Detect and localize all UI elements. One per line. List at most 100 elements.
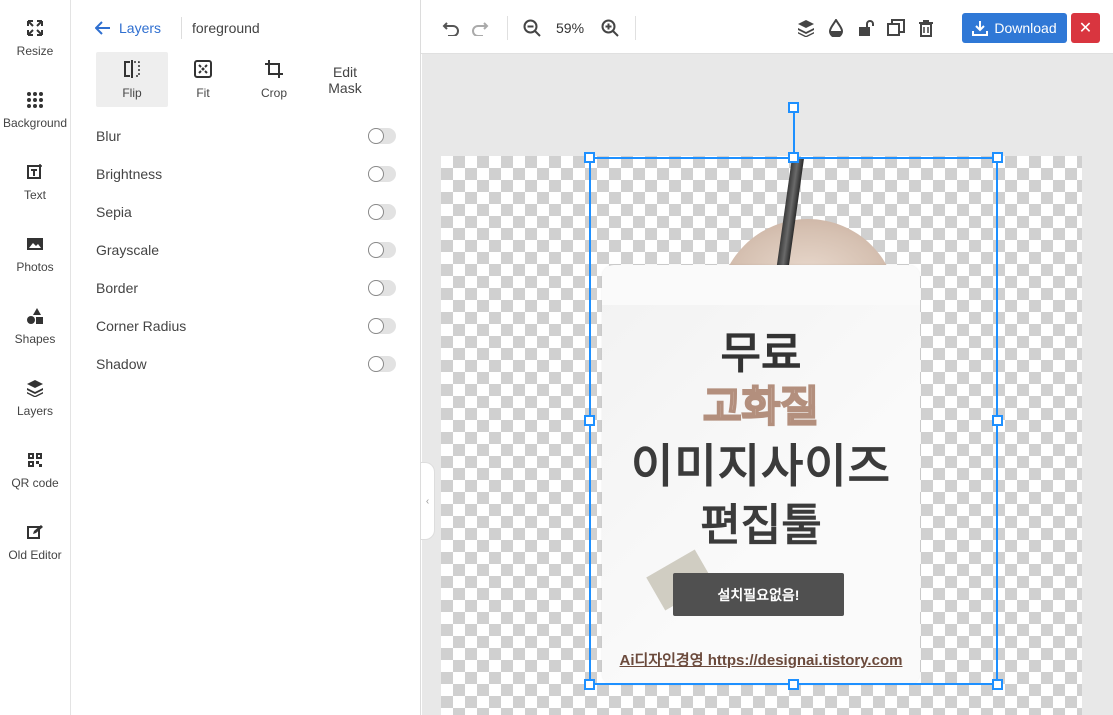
resize-handle-top[interactable]	[788, 152, 799, 163]
rail-item-label: Layers	[16, 404, 54, 418]
delete-button[interactable]	[915, 17, 937, 39]
lock-button[interactable]	[855, 17, 877, 39]
resize-handle-top-left[interactable]	[584, 152, 595, 163]
resize-handle-bottom-left[interactable]	[584, 679, 595, 690]
layer-name: foreground	[192, 20, 260, 36]
blur-toggle[interactable]	[368, 128, 396, 144]
toggle-knob	[368, 204, 384, 220]
image-icon	[25, 234, 45, 254]
download-button[interactable]: Download	[962, 13, 1067, 43]
duplicate-button[interactable]	[885, 17, 907, 39]
resize-handle-bottom[interactable]	[788, 679, 799, 690]
layer-order-button[interactable]	[795, 17, 817, 39]
rotation-line	[793, 111, 795, 157]
option-row-sepia: Sepia	[96, 202, 396, 222]
rail-item-resize[interactable]: Resize	[0, 18, 70, 78]
close-button[interactable]: ✕	[1071, 13, 1100, 43]
tool-label: Fit	[196, 86, 210, 100]
shadow-toggle[interactable]	[368, 356, 396, 372]
option-row-corner-radius: Corner Radius	[96, 316, 396, 336]
rail-item-text[interactable]: Text	[0, 162, 70, 222]
sepia-toggle[interactable]	[368, 204, 396, 220]
option-row-blur: Blur	[96, 126, 396, 146]
option-label: Sepia	[96, 204, 132, 220]
edit-mask-button[interactable]: Edit Mask	[309, 52, 381, 107]
rotate-handle[interactable]	[788, 102, 799, 113]
qr-code-icon	[25, 450, 45, 470]
opacity-button[interactable]	[825, 17, 847, 39]
text-icon	[25, 162, 45, 182]
close-icon: ✕	[1078, 20, 1093, 37]
option-label: Shadow	[96, 356, 147, 372]
tool-label: Crop	[260, 86, 287, 100]
rail-item-label: Background	[2, 116, 68, 130]
zoom-out-button[interactable]	[521, 17, 543, 39]
back-label: Layers	[119, 20, 162, 36]
droplet-icon	[829, 19, 843, 37]
rail-item-background[interactable]: Background	[0, 90, 70, 150]
option-row-border: Border	[96, 278, 396, 298]
download-icon	[972, 21, 989, 36]
resize-handle-bottom-right[interactable]	[992, 679, 1003, 690]
fit-button[interactable]: Fit	[167, 52, 239, 107]
rail-item-label: Text	[23, 188, 46, 202]
rail-item-label: QR code	[11, 476, 59, 490]
rail-item-label: Old Editor	[8, 548, 62, 562]
divider	[507, 16, 508, 40]
edit-icon	[25, 522, 45, 542]
grid-dots-icon	[25, 90, 45, 110]
divider	[181, 17, 182, 39]
toggle-knob	[368, 356, 384, 372]
rail-item-layers[interactable]: Layers	[0, 378, 70, 438]
grayscale-toggle[interactable]	[368, 242, 396, 258]
undo-icon	[442, 22, 459, 36]
selection-box	[589, 157, 998, 685]
flip-button[interactable]: Flip	[96, 52, 168, 107]
option-row-shadow: Shadow	[96, 354, 396, 374]
editor-app: Resize Background Text Photos Shapes Lay…	[0, 0, 1113, 715]
crop-button[interactable]: Crop	[238, 52, 310, 107]
rail-item-photos[interactable]: Photos	[0, 234, 70, 294]
rail-item-label: Shapes	[14, 332, 56, 346]
collapse-panel-tab[interactable]: ‹	[421, 462, 435, 540]
option-label: Blur	[96, 128, 121, 144]
trash-icon	[919, 20, 933, 37]
zoom-in-button[interactable]	[599, 17, 621, 39]
divider	[635, 16, 636, 40]
unlock-icon	[859, 20, 874, 36]
toggle-knob	[368, 242, 384, 258]
zoom-level: 59%	[556, 20, 585, 36]
toggle-knob	[368, 280, 384, 296]
rail-item-qr-code[interactable]: QR code	[0, 450, 70, 510]
shapes-icon	[25, 306, 45, 326]
rail-item-label: Photos	[16, 260, 54, 274]
rail-item-old-editor[interactable]: Old Editor	[0, 522, 70, 582]
crop-icon	[265, 59, 283, 79]
layer-settings-panel: Layers foreground Flip Fit Crop Edit Mas…	[71, 0, 421, 715]
option-label: Border	[96, 280, 139, 296]
brightness-toggle[interactable]	[368, 166, 396, 182]
redo-button[interactable]	[469, 17, 491, 39]
zoom-out-icon	[523, 19, 541, 37]
layers-icon	[25, 378, 45, 398]
back-to-layers-link[interactable]: Layers	[95, 18, 161, 38]
redo-icon	[472, 22, 489, 36]
resize-handle-left[interactable]	[584, 415, 595, 426]
canvas-workspace[interactable]: 무료 고화질 이미지사이즈 편집툴 설치필요없음! Ai디자인경영 https:…	[422, 54, 1113, 715]
left-rail: Resize Background Text Photos Shapes Lay…	[0, 0, 71, 715]
border-toggle[interactable]	[368, 280, 396, 296]
option-label: Grayscale	[96, 242, 160, 258]
corner-radius-toggle[interactable]	[368, 318, 396, 334]
undo-button[interactable]	[440, 17, 462, 39]
rail-item-shapes[interactable]: Shapes	[0, 306, 70, 366]
resize-handle-top-right[interactable]	[992, 152, 1003, 163]
zoom-in-icon	[601, 19, 619, 37]
layers-icon	[798, 20, 814, 37]
option-row-grayscale: Grayscale	[96, 240, 396, 260]
flip-icon	[123, 59, 141, 79]
option-label: Brightness	[96, 166, 163, 182]
resize-handle-right[interactable]	[992, 415, 1003, 426]
option-row-brightness: Brightness	[96, 164, 396, 184]
arrow-left-icon	[95, 21, 110, 35]
tool-label: Flip	[122, 86, 142, 100]
